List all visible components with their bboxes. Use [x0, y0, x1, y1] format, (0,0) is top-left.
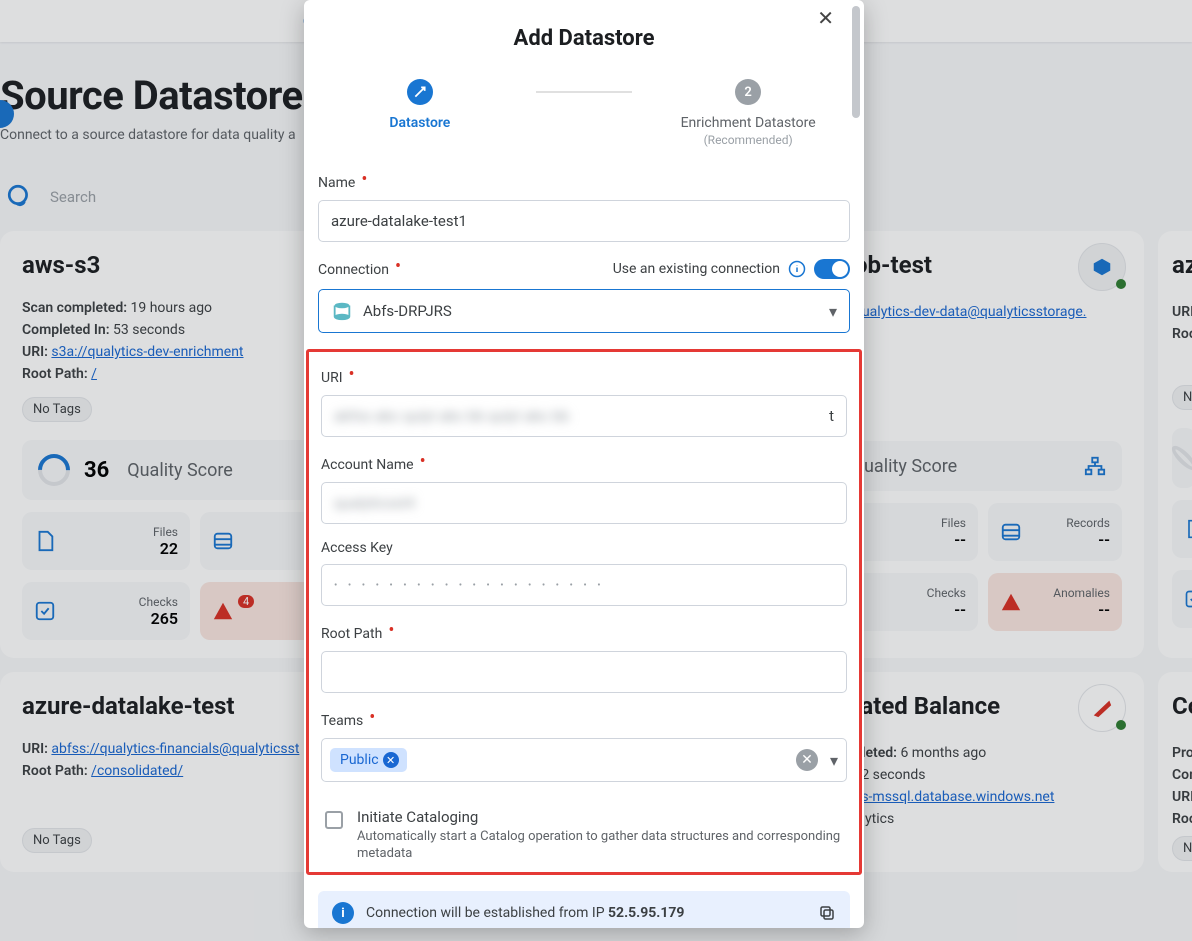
teams-select[interactable]: Public ✕ ✕ ▾ — [321, 738, 847, 782]
name-input[interactable] — [318, 200, 850, 242]
catalog-title: Initiate Cataloging — [357, 808, 843, 826]
access-key-input[interactable]: • • • • • • • • • • • • • • • • • • • • — [321, 564, 847, 606]
step-datastore[interactable]: Datastore — [304, 79, 536, 131]
checkbox-icon[interactable] — [325, 811, 343, 829]
ip-text: Connection will be established from IP 5… — [366, 905, 684, 921]
initiate-cataloging-checkbox[interactable]: Initiate Cataloging Automatically start … — [321, 798, 847, 862]
highlighted-connection-fields: URI abfss abc qulyt abc bb qulyt abc bb … — [306, 349, 862, 875]
step-enrichment[interactable]: 2 Enrichment Datastore (Recommended) — [632, 79, 864, 147]
connection-select[interactable]: Abfs-DRPJRS ▾ — [318, 289, 850, 333]
copy-icon[interactable] — [818, 904, 836, 922]
clear-all-icon[interactable]: ✕ — [796, 749, 818, 771]
existing-connection-toggle[interactable] — [814, 259, 850, 279]
existing-connection-label: Use an existing connection — [613, 261, 780, 277]
account-name-input[interactable]: qualyticsst4 — [321, 482, 847, 524]
add-datastore-modal: ✕ Add Datastore Datastore 2 Enrichment D… — [304, 0, 864, 928]
teams-label: Teams — [321, 709, 847, 730]
modal-title: Add Datastore — [304, 0, 864, 51]
modal-scrollbar[interactable] — [852, 6, 860, 118]
chevron-down-icon: ▾ — [829, 302, 837, 321]
info-icon: i — [332, 902, 354, 924]
database-icon — [331, 300, 353, 322]
chevron-down-icon: ▾ — [830, 751, 838, 770]
info-icon[interactable] — [788, 260, 806, 278]
stepper: Datastore 2 Enrichment Datastore (Recomm… — [304, 79, 864, 147]
access-key-label: Access Key — [321, 540, 847, 556]
uri-input[interactable]: abfss abc qulyt abc bb qulyt abc bb t — [321, 395, 847, 437]
chip-remove-icon[interactable]: ✕ — [383, 752, 399, 768]
root-path-input[interactable] — [321, 651, 847, 693]
root-path-label: Root Path — [321, 622, 847, 643]
catalog-desc: Automatically start a Catalog operation … — [357, 828, 843, 862]
account-name-label: Account Name — [321, 453, 847, 474]
name-label: Name — [318, 171, 850, 192]
close-icon[interactable]: ✕ — [817, 6, 834, 30]
ip-info-banner: i Connection will be established from IP… — [318, 891, 850, 928]
uri-label: URI — [321, 366, 847, 387]
connection-value: Abfs-DRPJRS — [363, 302, 452, 320]
connection-label: Connection — [318, 258, 395, 279]
team-chip-public[interactable]: Public ✕ — [330, 748, 407, 772]
